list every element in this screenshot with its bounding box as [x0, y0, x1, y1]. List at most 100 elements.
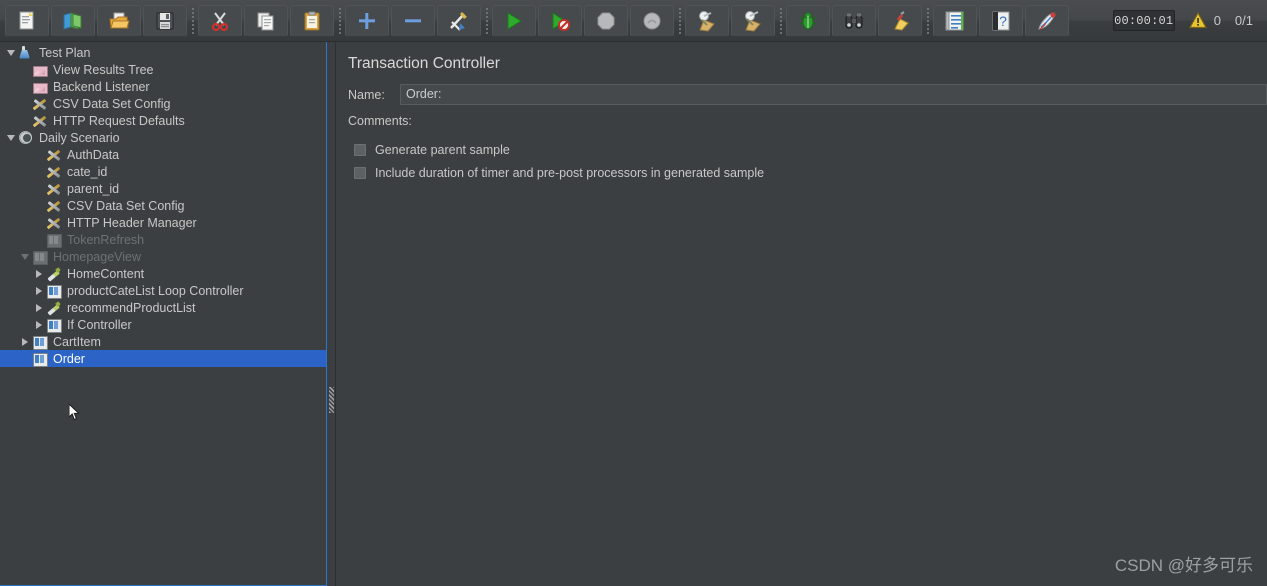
- tree-node-label: HTTP Header Manager: [67, 216, 197, 230]
- copy-button[interactable]: [244, 5, 288, 37]
- toolbar-separator: [482, 6, 491, 36]
- name-label: Name:: [348, 88, 400, 102]
- pane-splitter[interactable]: [327, 42, 336, 586]
- comments-label: Comments:: [348, 114, 400, 128]
- expand-toggle-icon[interactable]: [18, 333, 32, 350]
- tree-node[interactable]: HTTP Header Manager: [0, 214, 326, 231]
- thread-group-gear-icon: [18, 130, 35, 146]
- toolbar-separator: [923, 6, 932, 36]
- function-helper-button[interactable]: [786, 5, 830, 37]
- expand-toggle-icon[interactable]: [32, 265, 46, 282]
- expand-toggle-icon[interactable]: [32, 299, 46, 316]
- stop-button[interactable]: [584, 5, 628, 37]
- tree-node[interactable]: CartItem: [0, 333, 326, 350]
- tree-indent-spacer: [18, 78, 32, 95]
- shutdown-circle-icon: [641, 10, 663, 32]
- expand-all-button[interactable]: [345, 5, 389, 37]
- save-test-plan-button[interactable]: [143, 5, 187, 37]
- watermark: CSDN @好多可乐: [1115, 551, 1253, 576]
- generate-parent-sample-row[interactable]: Generate parent sample: [348, 140, 1267, 160]
- tree-node-label: recommendProductList: [67, 301, 196, 315]
- new-test-plan-button[interactable]: [5, 5, 49, 37]
- clipboard-icon: [301, 10, 323, 32]
- test-plan-tree-pane[interactable]: Test Plan View Results TreeBackend Listen…: [0, 42, 327, 586]
- open-file-button[interactable]: [97, 5, 141, 37]
- tree-indent-spacer: [32, 231, 46, 248]
- config-icon: [46, 164, 63, 180]
- tree-node[interactable]: HomeContent: [0, 265, 326, 282]
- generate-parent-sample-checkbox[interactable]: [354, 144, 366, 156]
- controller-icon: [32, 334, 49, 350]
- warning-indicator-group[interactable]: 0: [1189, 12, 1221, 29]
- reset-search-button[interactable]: [878, 5, 922, 37]
- tree-node[interactable]: View Results Tree: [0, 61, 326, 78]
- elapsed-timer: 00:00:01: [1113, 10, 1175, 31]
- tree-indent-spacer: [18, 350, 32, 367]
- clear-broom-page-icon: [696, 10, 718, 32]
- tree-node[interactable]: CSV Data Set Config: [0, 197, 326, 214]
- clear-all-broom-page-icon: [742, 10, 764, 32]
- tree-node[interactable]: cate_id: [0, 163, 326, 180]
- tree-indent-spacer: [18, 112, 32, 129]
- clear-button[interactable]: [685, 5, 729, 37]
- tree-node[interactable]: If Controller: [0, 316, 326, 333]
- tree-node[interactable]: productCateList Loop Controller: [0, 282, 326, 299]
- tree-node[interactable]: Order: [0, 350, 326, 367]
- splitter-grip[interactable]: [329, 387, 334, 413]
- name-input[interactable]: Order:: [400, 84, 1267, 105]
- tree-node-label: CSV Data Set Config: [53, 97, 170, 111]
- tree-node[interactable]: HTTP Request Defaults: [0, 112, 326, 129]
- tree-indent-spacer: [18, 61, 32, 78]
- toggle-pencil-icon: [448, 10, 470, 32]
- broom-yellow-icon: [889, 10, 911, 32]
- tree-node[interactable]: recommendProductList: [0, 299, 326, 316]
- tree-node-label: If Controller: [67, 318, 132, 332]
- toggle-enabled-button[interactable]: [437, 5, 481, 37]
- start-button[interactable]: [492, 5, 536, 37]
- include-duration-row[interactable]: Include duration of timer and pre-post p…: [348, 163, 1267, 183]
- collapse-toggle-icon[interactable]: [18, 248, 32, 265]
- expand-toggle-icon[interactable]: [32, 282, 46, 299]
- config-icon: [46, 215, 63, 231]
- tree-node[interactable]: HomepageView: [0, 248, 326, 265]
- collapse-toggle-icon[interactable]: [4, 129, 18, 146]
- log-viewer-button[interactable]: [933, 5, 977, 37]
- tree-node-label: HomeContent: [67, 267, 144, 281]
- tree-node[interactable]: Backend Listener: [0, 78, 326, 95]
- config-icon: [46, 198, 63, 214]
- flask-icon: [18, 45, 35, 61]
- sampler-icon: [46, 300, 63, 316]
- open-templates-button[interactable]: [51, 5, 95, 37]
- toolbar-separator: [188, 6, 197, 36]
- question-help-icon: ?: [990, 10, 1012, 32]
- start-no-pauses-button[interactable]: [538, 5, 582, 37]
- include-duration-checkbox[interactable]: [354, 167, 366, 179]
- controller-icon: [32, 351, 49, 367]
- tree-node[interactable]: CSV Data Set Config: [0, 95, 326, 112]
- collapse-all-button[interactable]: [391, 5, 435, 37]
- clear-all-button[interactable]: [731, 5, 775, 37]
- tree-node-label: CSV Data Set Config: [67, 199, 184, 213]
- expand-toggle-icon[interactable]: [32, 316, 46, 333]
- cut-button[interactable]: [198, 5, 242, 37]
- tree-node[interactable]: Test Plan: [0, 44, 326, 61]
- test-plan-tree[interactable]: Test Plan View Results TreeBackend Listen…: [0, 42, 326, 367]
- tree-node[interactable]: parent_id: [0, 180, 326, 197]
- paste-button[interactable]: [290, 5, 334, 37]
- controller-icon: [46, 232, 63, 248]
- tree-node-label: Order: [53, 352, 85, 366]
- tree-node-label: View Results Tree: [53, 63, 154, 77]
- shutdown-button[interactable]: [630, 5, 674, 37]
- play-no-timers-icon: [549, 10, 571, 32]
- collapse-toggle-icon[interactable]: [4, 44, 18, 61]
- tree-node[interactable]: AuthData: [0, 146, 326, 163]
- about-button[interactable]: [1025, 5, 1069, 37]
- tree-node-label: cate_id: [67, 165, 107, 179]
- help-button[interactable]: ?: [979, 5, 1023, 37]
- config-icon: [32, 113, 49, 129]
- page-title: Transaction Controller: [348, 55, 1267, 73]
- tree-node[interactable]: TokenRefresh: [0, 231, 326, 248]
- search-button[interactable]: [832, 5, 876, 37]
- tree-node[interactable]: Daily Scenario: [0, 129, 326, 146]
- tree-node-label: TokenRefresh: [67, 233, 144, 247]
